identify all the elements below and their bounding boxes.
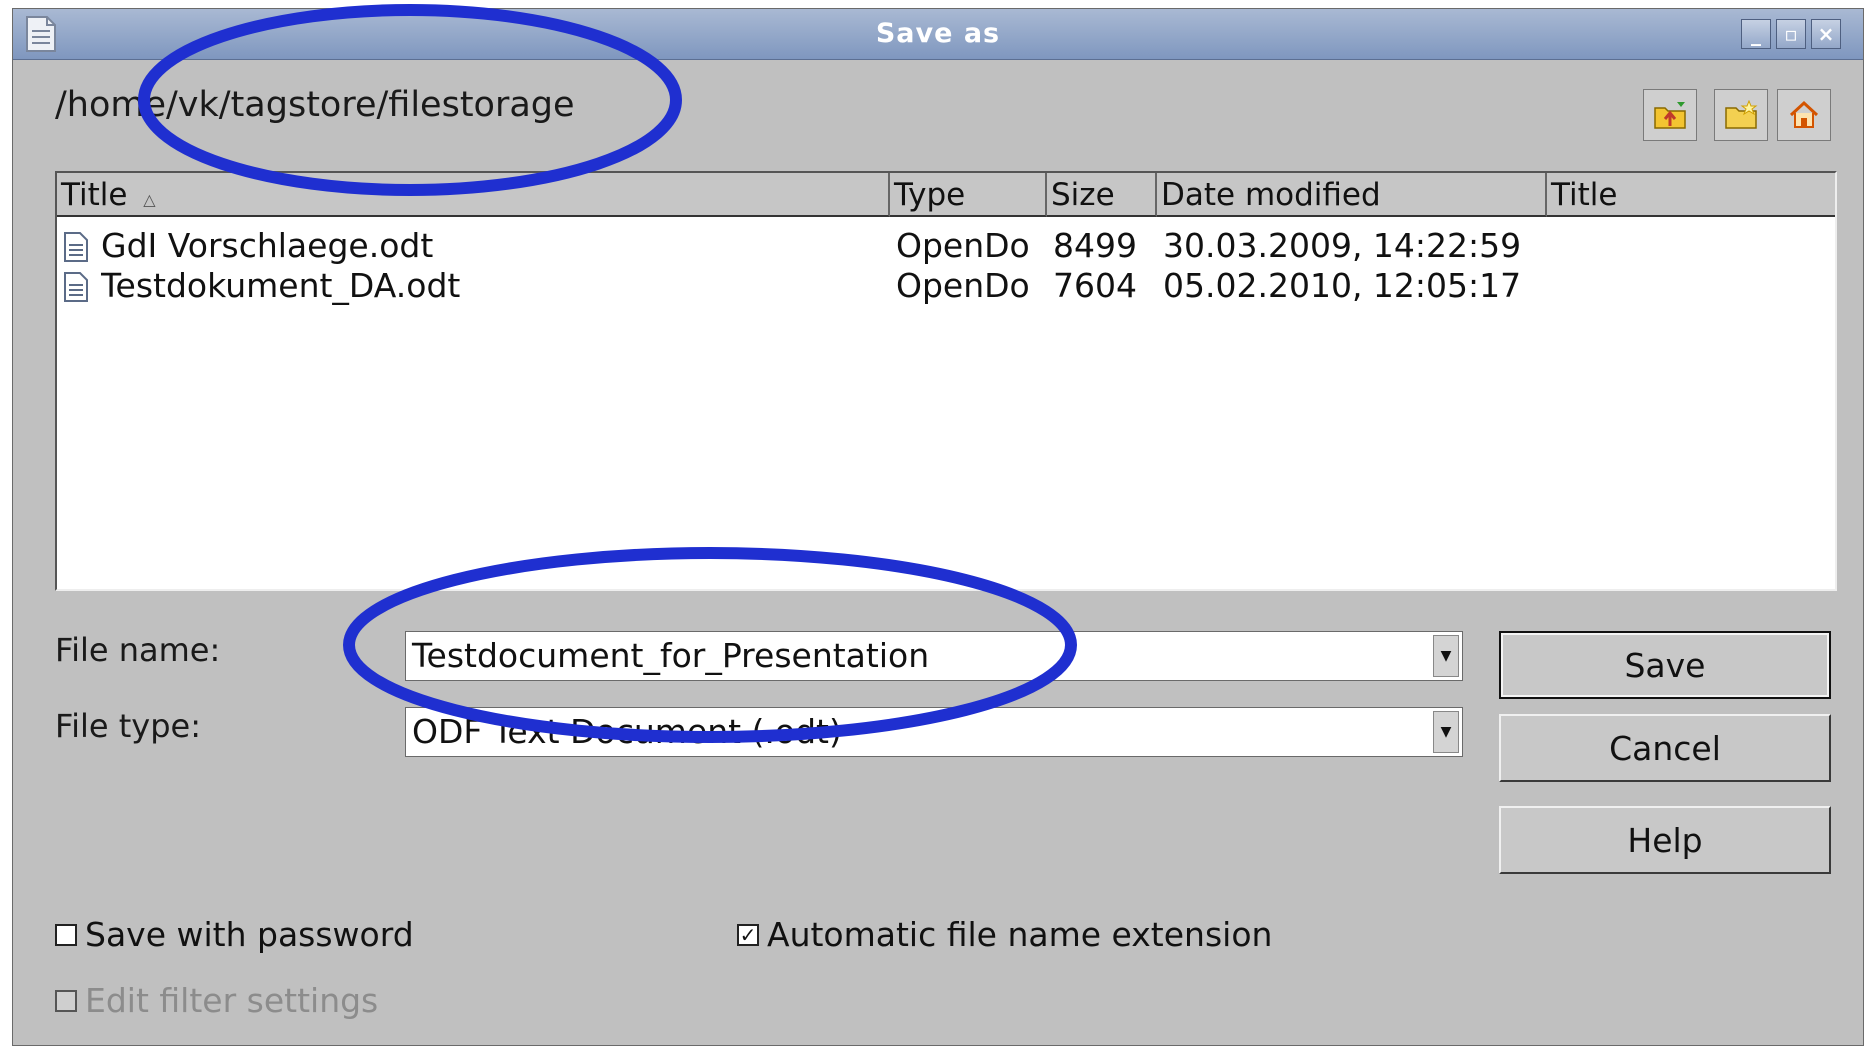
create-new-folder-icon [1725,100,1758,129]
file-type: OpenDo [896,226,1030,265]
table-row[interactable]: Testdokument_DA.odt OpenDo 7604 05.02.20… [57,266,1835,306]
home-icon [1789,100,1819,128]
file-name-value: Testdocument_for_Presentation [412,636,930,675]
current-path: /home/vk/tagstore/filestorage [55,85,575,125]
edit-filter-settings-checkbox: Edit filter settings [55,981,378,1020]
save-with-password-label: Save with password [85,915,414,954]
file-type-value: ODF Text Document (.odt) [412,712,842,751]
file-name: Testdokument_DA.odt [101,266,461,305]
auto-extension-checkbox[interactable]: ✓ Automatic file name extension [737,915,1272,954]
checkmark-icon: ✓ [737,923,759,946]
chevron-down-icon[interactable]: ▼ [1433,635,1459,677]
file-list[interactable]: Title △ Type Size Date modified Title Gd… [55,171,1837,591]
file-name-label: File name: [55,631,221,669]
file-type-select[interactable]: ODF Text Document (.odt) ▼ [405,707,1463,757]
sort-ascending-icon: △ [143,190,156,209]
file-type-label: File type: [55,707,201,745]
maximize-icon[interactable]: ▫ [1776,19,1806,49]
column-header-size[interactable]: Size [1047,173,1157,217]
column-header-title-2[interactable]: Title [1547,173,1835,217]
auto-extension-label: Automatic file name extension [767,915,1273,954]
save-button[interactable]: Save [1499,631,1831,699]
file-modified: 30.03.2009, 14:22:59 [1163,226,1522,265]
up-one-level-button[interactable] [1643,89,1697,141]
column-header-date[interactable]: Date modified [1157,173,1547,217]
column-header-title[interactable]: Title △ [57,173,890,217]
file-type: OpenDo [896,266,1030,305]
save-as-dialog: Save as _ ▫ × /home/vk/tagstore/filestor… [12,8,1864,1046]
window-title: Save as [875,18,1001,49]
checkbox-box [55,923,77,946]
file-size: 7604 [1053,266,1137,305]
table-row[interactable]: GdI Vorschlaege.odt OpenDo 8499 30.03.20… [57,226,1835,266]
file-icon [64,232,88,262]
save-with-password-checkbox[interactable]: Save with password [55,915,414,954]
cancel-button[interactable]: Cancel [1499,714,1831,782]
column-header-type[interactable]: Type [890,173,1047,217]
create-new-folder-button[interactable] [1714,89,1768,141]
default-directory-button[interactable] [1777,89,1831,141]
edit-filter-settings-label: Edit filter settings [85,981,379,1020]
file-modified: 05.02.2010, 12:05:17 [1163,266,1522,305]
up-one-level-icon [1654,102,1686,129]
file-icon [64,272,88,302]
checkbox-box [55,989,77,1012]
file-name: GdI Vorschlaege.odt [101,226,434,265]
help-button[interactable]: Help [1499,806,1831,874]
chevron-down-icon[interactable]: ▼ [1433,711,1459,753]
file-size: 8499 [1053,226,1137,265]
column-label: Title [61,177,128,213]
close-icon[interactable]: × [1811,19,1841,49]
file-name-input[interactable]: Testdocument_for_Presentation ▼ [405,631,1463,681]
title-bar[interactable]: Save as _ ▫ × [13,9,1863,60]
minimize-icon[interactable]: _ [1741,19,1771,49]
